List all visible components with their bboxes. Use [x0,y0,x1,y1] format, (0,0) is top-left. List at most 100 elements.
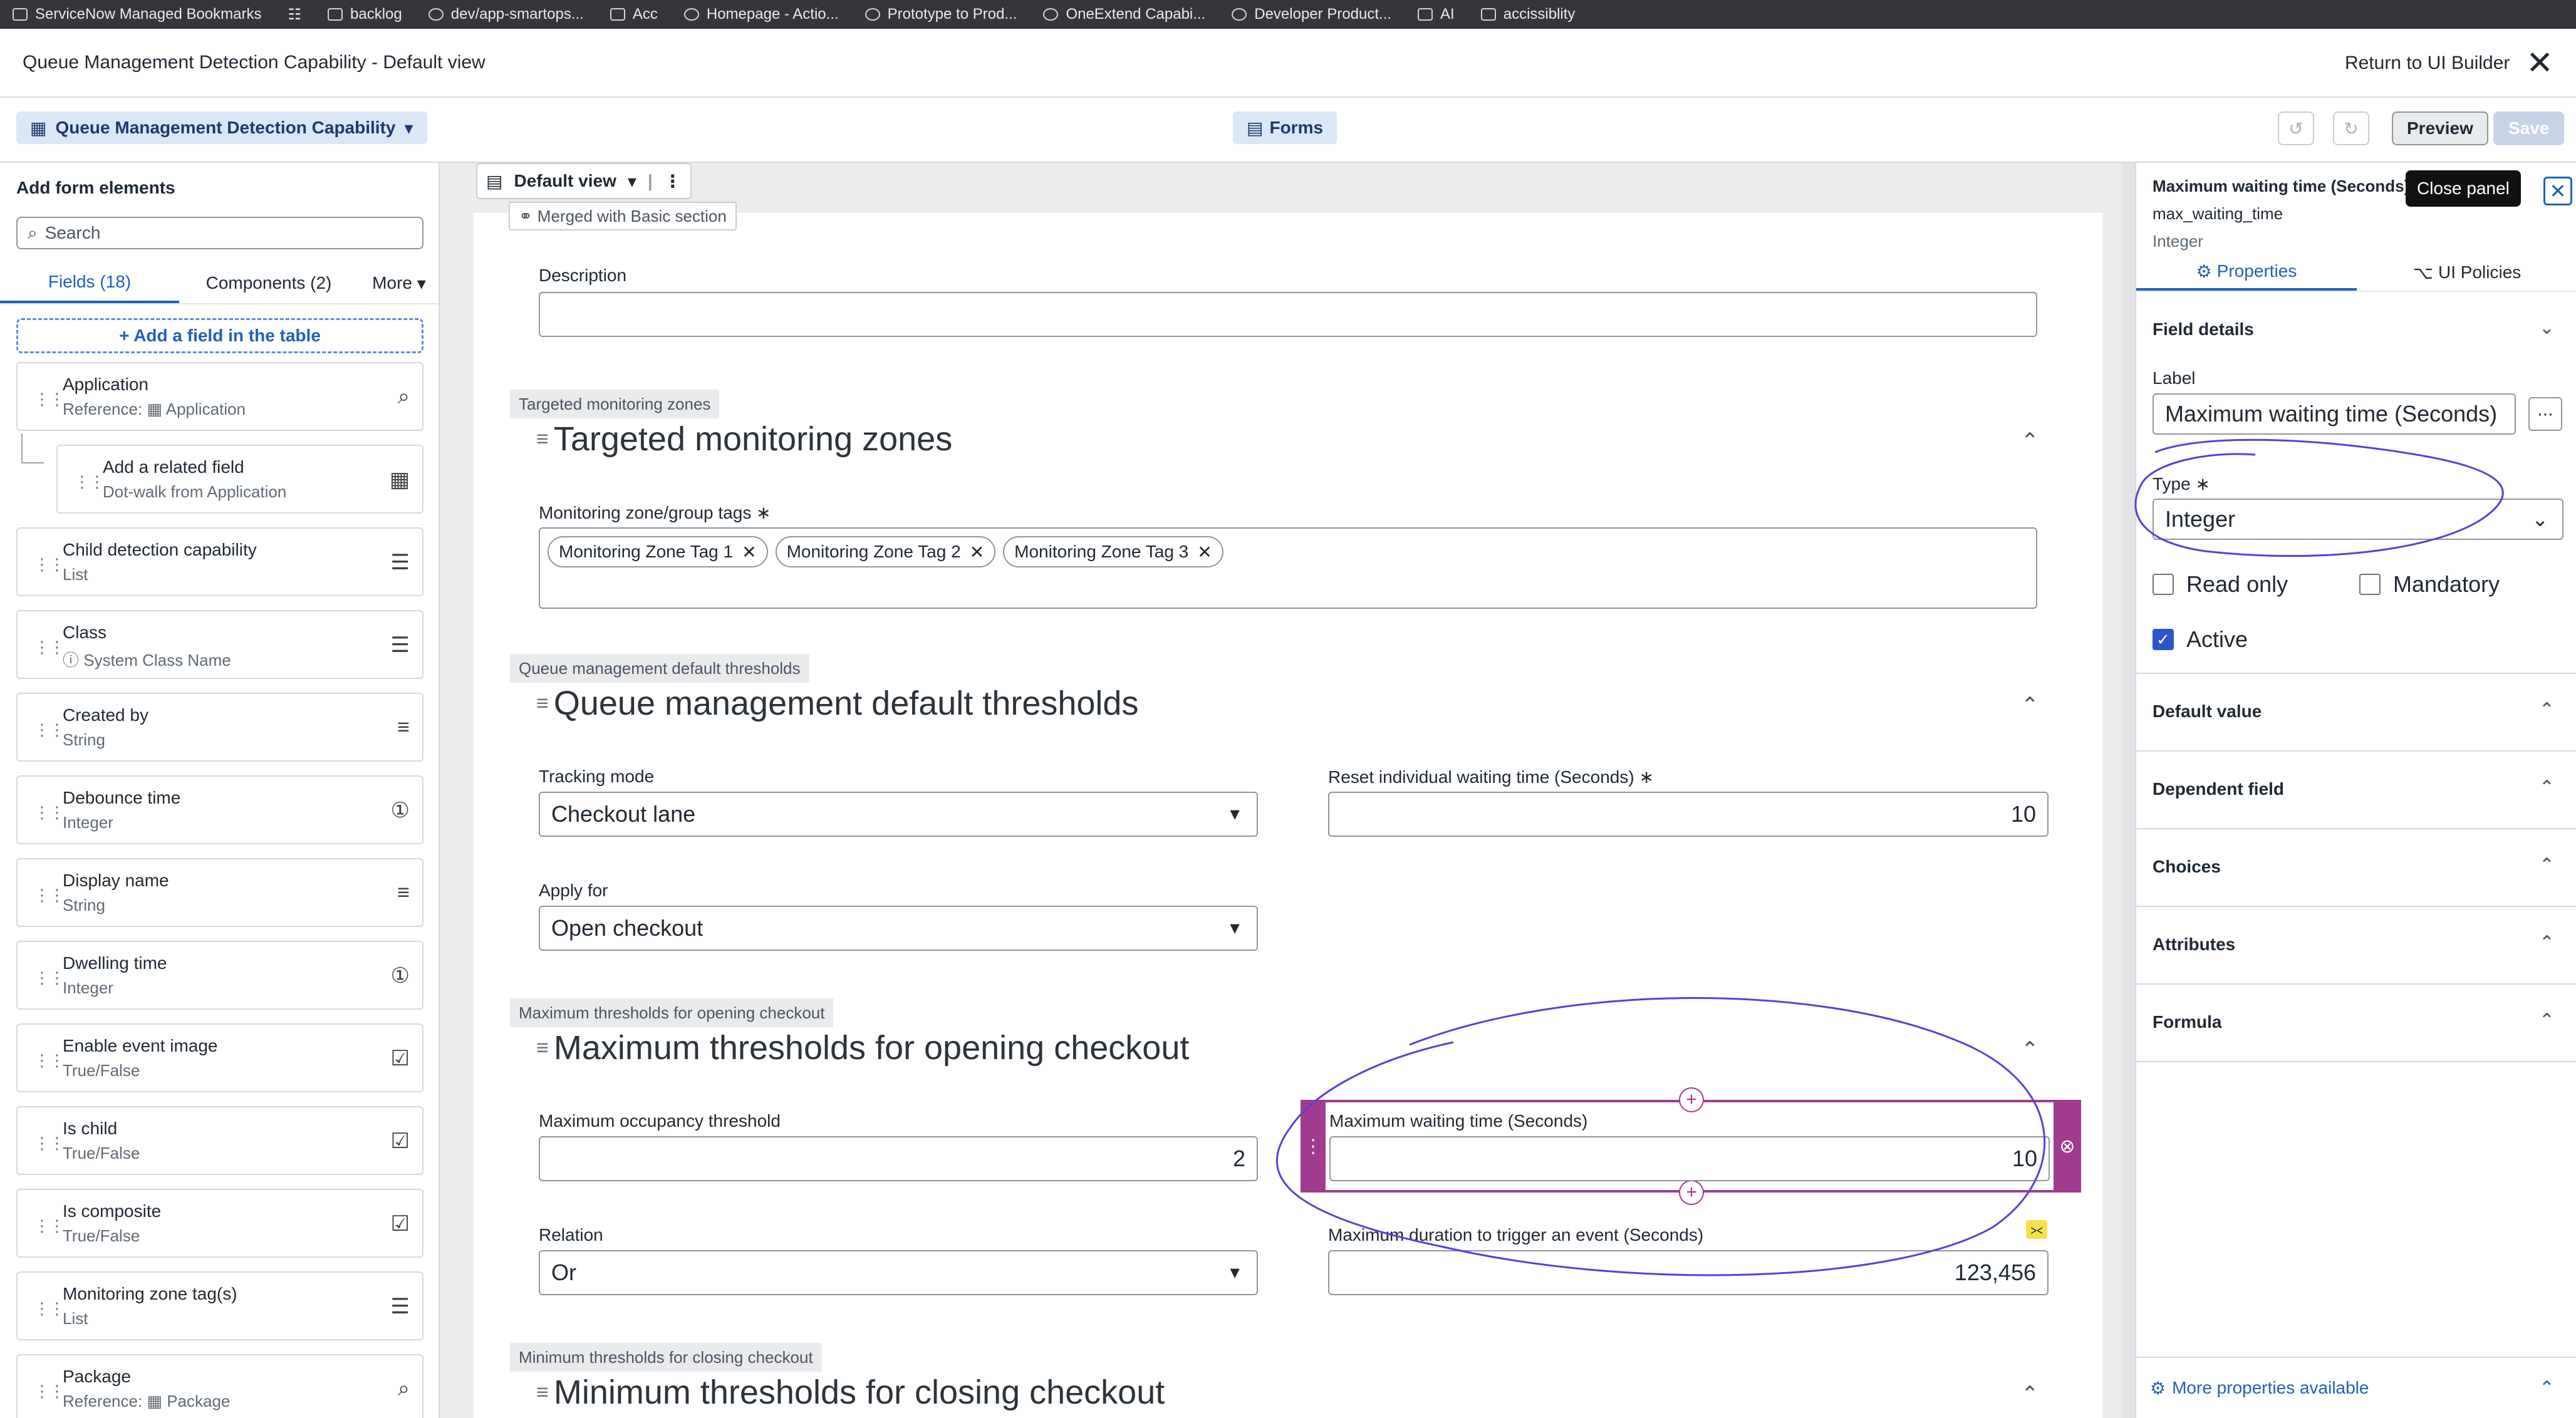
forms-button[interactable]: ▤ Forms [1233,111,1337,144]
tab-ui-policies[interactable]: ⌥ UI Policies [2357,254,2576,291]
canvas-scrollbar[interactable] [2122,163,2135,1418]
max-duration-input[interactable]: 123,456 [1328,1250,2049,1295]
tab-fields[interactable]: Fields (18) [0,263,179,303]
description-input[interactable] [539,292,2037,337]
more-properties-link[interactable]: ⚙ More properties available ⌃ [2136,1357,2576,1418]
relation-select[interactable]: Or ▼ [539,1250,1258,1295]
drag-handle-icon[interactable]: ⋮⋮ [34,720,65,740]
field-card-display-name[interactable]: ⋮⋮ Display name String ≡ [16,858,423,927]
field-card-enable-event-image[interactable]: ⋮⋮ Enable event image True/False ☑ [16,1023,423,1092]
section-tag-targeted-zones[interactable]: Targeted monitoring zones [510,390,720,418]
accordion-attributes[interactable]: Attributes ⌃ [2136,907,2576,985]
bookmark-apps[interactable]: ☷ [288,6,302,24]
label-input[interactable]: Maximum waiting time (Seconds) [2153,393,2516,435]
formula-icon[interactable]: ⪥ [2026,1220,2047,1239]
add-below-button[interactable]: + [1679,1180,1704,1205]
close-icon[interactable]: ✕ [1197,542,1212,562]
tracking-mode-select[interactable]: Checkout lane ▼ [539,792,1258,837]
drag-handle-icon[interactable]: ⋮ [1301,1100,1326,1193]
return-to-ui-builder[interactable]: Return to UI Builder ✕ [2345,29,2553,98]
reset-wait-input[interactable]: 10 [1328,792,2049,837]
drag-handle-icon[interactable]: ⋮⋮ [34,886,65,905]
preview-button[interactable]: Preview [2392,111,2488,145]
bookmark-developer[interactable]: Developer Product... [1232,6,1391,23]
max-occupancy-input[interactable]: 2 [539,1136,1258,1181]
type-select[interactable]: Integer ⌄ [2153,499,2563,540]
zone-tag-chip[interactable]: Monitoring Zone Tag 3 ✕ [1003,536,1223,567]
field-card-is-composite[interactable]: ⋮⋮ Is composite True/False ☑ [16,1189,423,1258]
drag-handle-icon[interactable]: ⋮⋮ [34,1382,65,1401]
field-card-application[interactable]: ⋮⋮ Application Reference: ▦ Application … [16,362,423,431]
apply-for-select[interactable]: Open checkout ▼ [539,906,1258,951]
drag-handle-icon[interactable]: ⋮⋮ [34,803,65,822]
field-card-add-related[interactable]: ⋮⋮ Add a related field Dot-walk from App… [56,445,423,514]
read-only-checkbox[interactable] [2153,574,2174,595]
search-input[interactable]: ⌕ Search [16,217,423,249]
table-selector[interactable]: ▦ Queue Management Detection Capability … [16,111,427,144]
chevron-up-icon[interactable]: ⌃ [2539,1377,2555,1399]
section-tag-max-thresholds[interactable]: Maximum thresholds for opening checkout [510,998,834,1027]
zone-tag-chip[interactable]: Monitoring Zone Tag 1 ✕ [548,536,768,567]
active-checkbox[interactable]: ✓ [2153,629,2174,650]
max-wait-input[interactable]: 10 [1329,1136,2050,1181]
bookmark-acc[interactable]: Acc [610,6,658,23]
drag-handle-icon[interactable]: ⋮⋮ [34,390,65,409]
field-card-is-child[interactable]: ⋮⋮ Is child True/False ☑ [16,1106,423,1175]
close-icon[interactable]: ✕ [2526,47,2553,80]
zone-tags-input[interactable]: Monitoring Zone Tag 1 ✕ Monitoring Zone T… [539,527,2037,609]
drag-handle-icon[interactable]: ⋮⋮ [34,638,65,657]
bookmark-oneextend[interactable]: OneExtend Capabi... [1043,6,1205,23]
close-icon[interactable]: ✕ [970,542,984,562]
drag-handle-icon[interactable]: ⋮⋮ [34,555,65,574]
field-card-package[interactable]: ⋮⋮ Package Reference: ▦ Package ⌕ [16,1354,423,1418]
field-card-created-by[interactable]: ⋮⋮ Created by String ≡ [16,693,423,762]
drag-handle-icon[interactable]: ⋮⋮ [74,472,105,492]
chevron-up-icon[interactable]: ⌃ [2021,1382,2039,1407]
return-label[interactable]: Return to UI Builder [2345,53,2510,74]
field-card-monitoring-zone-tags[interactable]: ⋮⋮ Monitoring zone tag(s) List ☰ [16,1271,423,1340]
chevron-up-icon[interactable]: ⌃ [2021,1037,2039,1062]
mandatory-checkbox[interactable] [2359,574,2381,595]
tab-more[interactable]: More ▾ [358,263,439,303]
bookmark-prototype[interactable]: Prototype to Prod... [865,6,1017,23]
zone-tag-chip[interactable]: Monitoring Zone Tag 2 ✕ [775,536,996,567]
tab-properties[interactable]: ⚙ Properties [2136,254,2357,291]
view-selector[interactable]: ▤ Default view ▾ | ⋮ [476,163,692,199]
field-card-class[interactable]: ⋮⋮ Class ⓘ System Class Name ☰ [16,610,423,679]
bookmark-ai[interactable]: AI [1418,6,1455,23]
bookmark-dev[interactable]: dev/app-smartops... [428,6,584,23]
redo-button[interactable]: ↻ [2333,111,2369,145]
add-above-button[interactable]: + [1679,1087,1704,1112]
drag-handle-icon[interactable]: ⋮⋮ [34,1051,65,1070]
drag-handle-icon[interactable]: ⋮⋮ [34,1134,65,1153]
drag-handle-icon[interactable]: ⋮⋮ [34,1299,65,1318]
drag-handle-icon[interactable]: ≡ [536,1036,549,1060]
accordion-dependent-field[interactable]: Dependent field ⌃ [2136,752,2576,829]
accordion-default-value[interactable]: Default value ⌃ [2136,674,2576,752]
close-panel-button[interactable]: ✕ [2543,177,2572,205]
drag-handle-icon[interactable]: ⋮⋮ [34,968,65,988]
drag-handle-icon[interactable]: ≡ [536,691,549,716]
field-card-debounce-time[interactable]: ⋮⋮ Debounce time Integer ① [16,775,423,844]
bookmark-servicenow[interactable]: ServiceNow Managed Bookmarks [13,6,262,23]
remove-field-button[interactable]: ⊗ [2054,1100,2081,1193]
chevron-down-icon[interactable]: ⌄ [2539,317,2555,339]
chevron-up-icon[interactable]: ⌃ [2021,693,2039,718]
field-card-dwelling-time[interactable]: ⋮⋮ Dwelling time Integer ① [16,941,423,1010]
accordion-formula[interactable]: Formula ⌃ [2136,985,2576,1062]
drag-handle-icon[interactable]: ≡ [536,1380,549,1405]
field-details-heading[interactable]: Field details [2153,319,2254,339]
close-icon[interactable]: ✕ [742,542,756,562]
bookmark-backlog[interactable]: backlog [328,6,402,23]
tab-components[interactable]: Components (2) [179,263,358,303]
undo-button[interactable]: ↺ [2278,111,2314,145]
section-tag-min-thresholds[interactable]: Minimum thresholds for closing checkout [510,1343,822,1372]
drag-handle-icon[interactable]: ⋮⋮ [34,1216,65,1236]
accordion-choices[interactable]: Choices ⌃ [2136,829,2576,907]
more-options-icon[interactable]: ⋮ [664,171,682,192]
label-more-button[interactable]: ⋯ [2528,397,2562,431]
bookmark-homepage[interactable]: Homepage - Actio... [683,6,839,23]
chevron-up-icon[interactable]: ⌃ [2021,428,2039,453]
drag-handle-icon[interactable]: ≡ [536,427,549,452]
add-field-button[interactable]: + Add a field in the table [16,318,423,353]
